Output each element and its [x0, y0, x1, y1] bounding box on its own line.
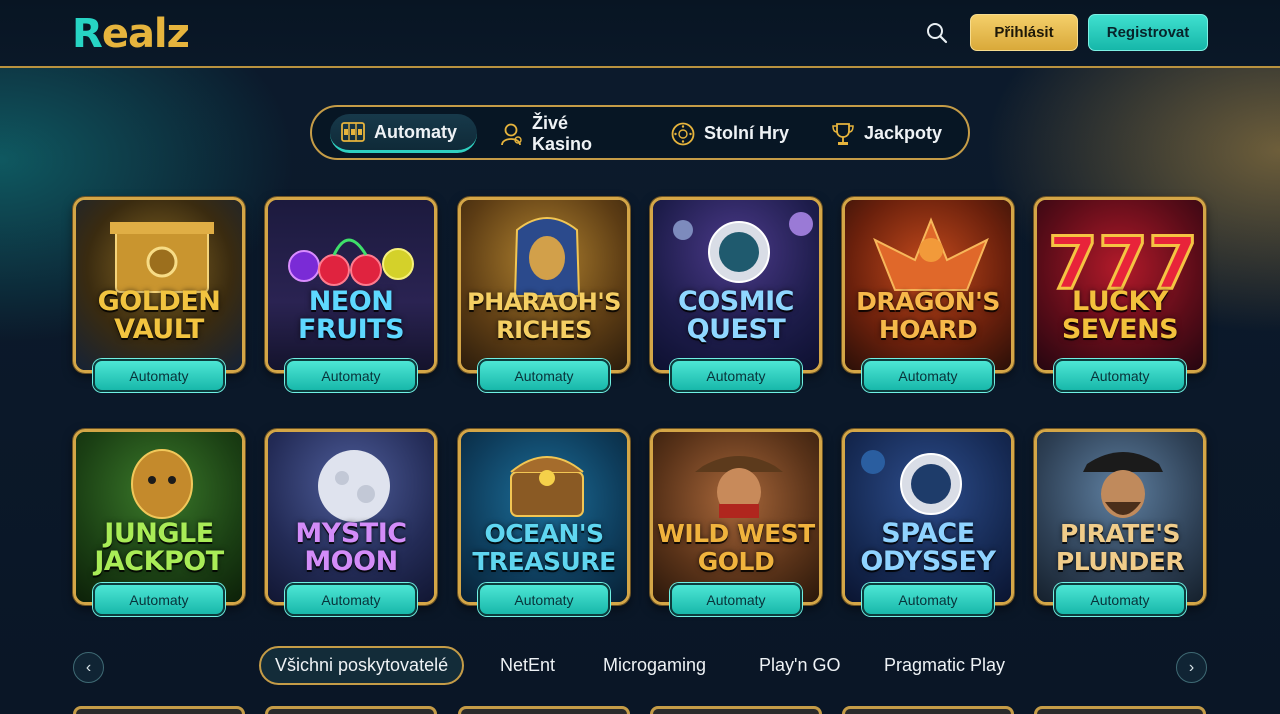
partial-game-card	[1034, 706, 1206, 714]
game-category-button[interactable]: Automaty	[478, 359, 610, 392]
dealer-icon	[501, 123, 522, 145]
provider-filter-bar: ‹ Všichni poskytovatelé NetEnt Microgami…	[0, 646, 1280, 688]
game-title: SPACE ODYSSEY	[860, 518, 996, 577]
provider-microgaming[interactable]: Microgaming	[603, 646, 706, 685]
tab-zive-kasino[interactable]: Živé Kasino	[488, 112, 638, 154]
register-button[interactable]: Registrovat	[1088, 14, 1208, 51]
login-button[interactable]: Přihlásit	[970, 14, 1078, 51]
game-category-button[interactable]: Automaty	[93, 359, 225, 392]
game-card-cosmic-quest[interactable]: COSMIC QUEST	[650, 197, 822, 373]
game-category-button[interactable]: Automaty	[285, 359, 417, 392]
game-title: PHARAOH'S RICHES	[467, 288, 621, 344]
game-title: PIRATE'S PLUNDER	[1055, 519, 1185, 576]
game-card-neon-fruits[interactable]: NEON FRUITS	[265, 197, 437, 373]
game-card-dragons-hoard[interactable]: DRAGON'S HOARD	[842, 197, 1014, 373]
partial-game-card	[265, 706, 437, 714]
game-category-button[interactable]: Automaty	[1054, 359, 1186, 392]
game-title: NEON FRUITS	[297, 286, 405, 345]
game-card-oceans-treasure[interactable]: OCEAN'S TREASURE	[458, 429, 630, 605]
slot-machine-icon	[341, 122, 365, 142]
tab-stolni-hry[interactable]: Stolní Hry	[660, 114, 800, 153]
chevron-right-icon[interactable]: ›	[1176, 652, 1207, 683]
game-art	[653, 432, 819, 602]
game-title: LUCKY SEVENS	[1061, 286, 1179, 345]
provider-all[interactable]: Všichni poskytovatelé	[259, 646, 465, 685]
game-category-button[interactable]: Automaty	[1054, 583, 1186, 616]
game-category-button[interactable]: Automaty	[285, 583, 417, 616]
partial-game-card	[73, 706, 245, 714]
provider-pragmatic-play[interactable]: Pragmatic Play	[884, 646, 1005, 685]
search-icon[interactable]	[924, 20, 950, 46]
game-category-button[interactable]: Automaty	[670, 583, 802, 616]
realz-logo[interactable]: Realz	[72, 10, 190, 58]
tab-automaty[interactable]: Automaty	[330, 114, 477, 153]
game-art	[845, 200, 1011, 370]
game-art	[461, 432, 627, 602]
game-card-space-odyssey[interactable]: SPACE ODYSSEY	[842, 429, 1014, 605]
game-title: COSMIC QUEST	[678, 286, 794, 345]
game-card-jungle-jackpot[interactable]: JUNGLE JACKPOT	[73, 429, 245, 605]
game-title: WILD WEST GOLD	[657, 519, 815, 576]
game-category-button[interactable]: Automaty	[862, 583, 994, 616]
tab-jackpoty[interactable]: Jackpoty	[820, 114, 950, 153]
top-header: Realz Přihlásit Registrovat	[0, 0, 1280, 68]
tab-label: Stolní Hry	[704, 123, 790, 143]
game-card-mystic-moon[interactable]: MYSTIC MOON	[265, 429, 437, 605]
roulette-icon	[671, 122, 695, 145]
game-art	[461, 200, 627, 370]
partial-game-card	[842, 706, 1014, 714]
game-category-button[interactable]: Automaty	[862, 359, 994, 392]
game-art	[1037, 432, 1203, 602]
trophy-icon	[832, 122, 854, 145]
game-category-button[interactable]: Automaty	[478, 583, 610, 616]
game-category-button[interactable]: Automaty	[670, 359, 802, 392]
game-card-wild-west-gold[interactable]: WILD WEST GOLD	[650, 429, 822, 605]
tab-label: Automaty	[374, 121, 458, 142]
tab-label: Jackpoty	[864, 123, 943, 143]
game-title: DRAGON'S HOARD	[856, 287, 1000, 344]
chevron-left-icon[interactable]: ‹	[73, 652, 104, 683]
partial-game-card	[650, 706, 822, 714]
game-card-lucky-sevens[interactable]: 777 LUCKY SEVENS	[1034, 197, 1206, 373]
game-category-button[interactable]: Automaty	[93, 583, 225, 616]
game-card-golden-vault[interactable]: GOLDEN VAULT	[73, 197, 245, 373]
provider-netent[interactable]: NetEnt	[500, 646, 555, 685]
game-card-pharaohs-riches[interactable]: PHARAOH'S RICHES	[458, 197, 630, 373]
tab-label: Živé Kasino	[532, 112, 593, 154]
game-title: OCEAN'S TREASURE	[472, 519, 616, 576]
game-title: JUNGLE JACKPOT	[94, 518, 224, 577]
game-card-pirates-plunder[interactable]: PIRATE'S PLUNDER	[1034, 429, 1206, 605]
provider-playngo[interactable]: Play'n GO	[759, 646, 840, 685]
category-tabs: Automaty Živé Kasino Stolní Hry Jackpoty	[310, 105, 970, 160]
game-title: GOLDEN VAULT	[97, 286, 221, 345]
partial-game-card	[458, 706, 630, 714]
game-title: MYSTIC MOON	[295, 518, 407, 577]
